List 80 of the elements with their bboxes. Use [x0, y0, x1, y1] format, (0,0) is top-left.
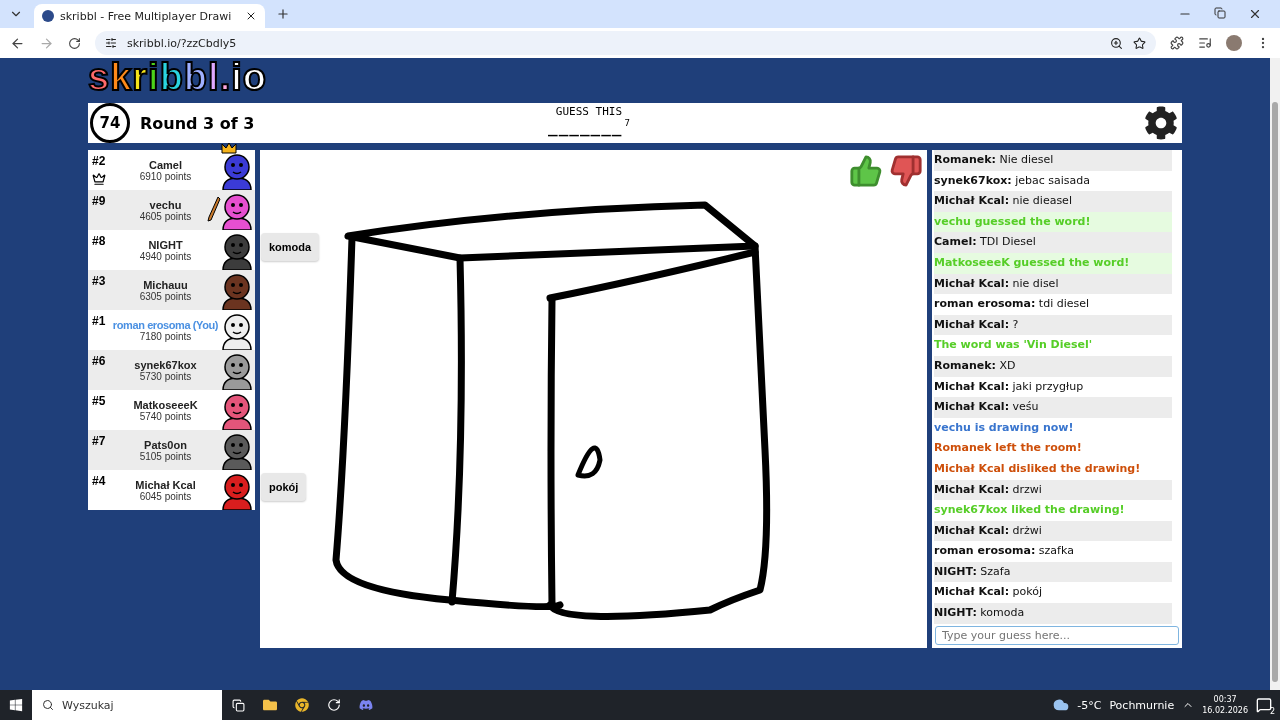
player-name: synek67kox — [134, 358, 197, 371]
chat-message: Michał Kcal: ? — [934, 314, 1172, 336]
settings-icon[interactable] — [1144, 106, 1178, 140]
chat-message: Michał Kcal: nie disel — [934, 273, 1172, 295]
guess-input-field[interactable]: Type your guess here... — [935, 625, 1179, 645]
chat-notice: synek67kox liked the drawing! — [934, 502, 1126, 519]
chat-message: Michał Kcal: nie dieasel — [934, 191, 1172, 212]
player-points: 7180 points — [139, 330, 192, 342]
player-name: Camel — [149, 158, 182, 171]
restore-icon[interactable] — [1214, 7, 1226, 19]
player-name: Michał Kcal — [135, 478, 196, 491]
player-name: MatkoseeeK — [133, 398, 198, 411]
thumbs-down-icon[interactable] — [889, 154, 923, 188]
player-rank: #2 — [92, 154, 106, 168]
reload-icon[interactable] — [68, 36, 81, 50]
media-icon[interactable] — [1198, 36, 1212, 50]
round-label: Round 3 of 3 — [140, 113, 255, 133]
site-settings-icon[interactable] — [105, 37, 117, 49]
player-rank: #4 — [92, 474, 106, 488]
bookmark-star-icon[interactable] — [1133, 36, 1146, 50]
player-points: 4940 points — [139, 250, 192, 262]
profile-avatar[interactable] — [1226, 35, 1242, 51]
player-points: 6045 points — [139, 490, 192, 502]
browser-tab[interactable]: skribbl - Free Multiplayer Drawi — [34, 4, 265, 28]
player-rank: #3 — [92, 274, 106, 288]
guess-bubble: pokój — [261, 473, 307, 501]
address-bar[interactable]: skribbl.io/?zzCbdly5 — [95, 31, 1156, 55]
player-rank: #1 — [92, 314, 106, 328]
guess-prompt: GUESS THIS — [555, 105, 623, 118]
chat-message: Michał Kcal: veśu — [934, 397, 1172, 418]
search-placeholder: Wyszukaj — [62, 698, 114, 712]
chat-notice: Michał Kcal disliked the drawing! — [934, 460, 1142, 477]
page-scrollbar[interactable] — [1270, 58, 1280, 690]
game-logo: skribbl.io — [88, 58, 268, 100]
player-name: Michauu — [143, 278, 188, 291]
player-name: vechu — [149, 198, 182, 211]
chat-message: Camel: TDI Diesel — [934, 232, 1172, 253]
player-points: 6910 points — [139, 170, 192, 182]
weather-cloud-icon[interactable] — [1053, 697, 1070, 713]
player-rank: #8 — [92, 234, 106, 248]
search-icon — [42, 699, 54, 711]
chat-message: Romanek: XD — [934, 355, 1172, 377]
player-points: 6305 points — [139, 290, 192, 302]
close-icon[interactable] — [1248, 7, 1262, 21]
chat-notice: vechu guessed the word! — [934, 211, 1172, 233]
chat-message: Michał Kcal: drżwi — [934, 520, 1172, 542]
player-rank: #9 — [92, 194, 106, 208]
taskbar-search-field[interactable]: Wyszukaj — [32, 690, 222, 720]
player-points: 5730 points — [139, 370, 192, 382]
player-name: roman erosoma (You) — [112, 318, 219, 331]
timer-clock: 74 — [90, 103, 130, 143]
player-rank: #6 — [92, 354, 106, 368]
plus-icon — [276, 7, 290, 21]
chat-message: NIGHT: Szafa — [934, 561, 1172, 583]
player-points: 5740 points — [139, 410, 192, 422]
zoom-icon[interactable] — [1110, 36, 1123, 50]
player-rank: #7 — [92, 434, 106, 448]
back-icon[interactable] — [10, 35, 25, 51]
guess-bubble: komoda — [261, 233, 320, 261]
extensions-icon[interactable] — [1170, 36, 1184, 50]
player-points: 4605 points — [139, 210, 192, 222]
weather-label: Pochmurnie — [1109, 698, 1175, 712]
site-favicon-icon — [42, 10, 54, 22]
temperature: -5°C — [1077, 698, 1102, 712]
taskbar-clock[interactable]: 00:37 16.02.2026 — [1202, 694, 1248, 716]
player-points: 5105 points — [139, 450, 192, 462]
chat-notice: Romanek left the room! — [934, 440, 1083, 457]
word-length: 7 — [624, 118, 630, 128]
chat-notice: MatkoseeeK guessed the word! — [934, 252, 1172, 274]
chat-notice: vechu is drawing now! — [934, 419, 1075, 436]
player-name: NIGHT — [148, 238, 183, 251]
thumbs-up-icon[interactable] — [849, 154, 883, 188]
chat-notice: The word was 'Vin Diesel' — [934, 337, 1094, 354]
chat-message: Romanek: Nie diesel — [934, 150, 1172, 171]
word-hint: _______ — [548, 118, 623, 137]
player-name: Pats0on — [144, 438, 187, 451]
chat-message: NIGHT: komoda — [934, 603, 1172, 624]
close-icon[interactable] — [245, 10, 257, 22]
player-rank: #5 — [92, 394, 106, 408]
chat-message: Michał Kcal: drzwi — [934, 479, 1172, 501]
